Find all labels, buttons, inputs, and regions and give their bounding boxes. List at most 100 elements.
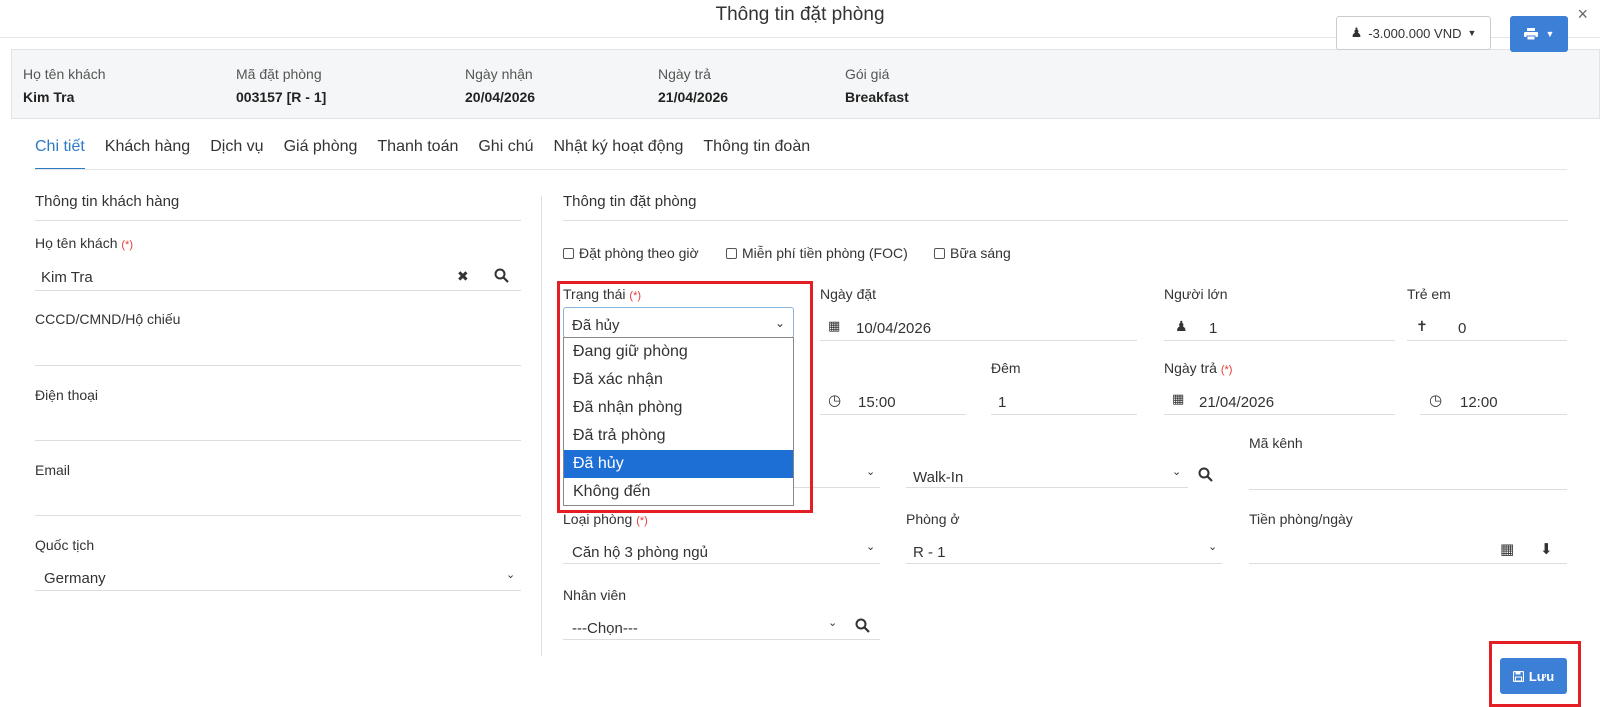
checkin-time-input[interactable]: 15:00 — [858, 394, 896, 411]
divider — [563, 220, 1568, 221]
search-icon[interactable] — [1198, 467, 1213, 482]
print-icon — [1523, 28, 1538, 40]
checkout-time-input[interactable]: 12:00 — [1460, 394, 1498, 411]
summary-checkin: Ngày nhận 20/04/2026 — [465, 66, 535, 105]
chevron-down-icon: ⌄ — [866, 541, 876, 553]
phone-label: Điện thoại — [35, 387, 99, 403]
tabs-divider — [35, 169, 1567, 170]
booked-date-underline — [820, 340, 1137, 341]
nationality-label: Quốc tịch — [35, 537, 95, 553]
room-select[interactable]: R - 1 — [913, 544, 946, 561]
calendar-icon: ▦ — [1172, 391, 1185, 406]
staff-select[interactable]: ---Chọn--- — [572, 620, 638, 637]
booking-section-title: Thông tin đặt phòng — [563, 193, 697, 210]
save-label: Lưu — [1528, 668, 1555, 684]
nationality-select[interactable]: Germany — [44, 570, 106, 587]
checkout-time-underline — [1420, 414, 1567, 415]
tab-group-info[interactable]: Thông tin đoàn — [703, 136, 810, 170]
children-label: Trẻ em — [1407, 286, 1451, 302]
summary-rate: Gói giá Breakfast — [845, 66, 909, 105]
foc-checkbox[interactable]: Miễn phí tiền phòng (FOC) — [726, 245, 908, 261]
summary-code-label: Mã đặt phòng — [236, 66, 322, 82]
nights-underline — [991, 414, 1137, 415]
save-button[interactable]: Lưu — [1500, 658, 1567, 694]
balance-button[interactable]: ♟ -3.000.000 VND ▼ — [1336, 16, 1491, 50]
tab-notes[interactable]: Ghi chú — [478, 136, 533, 170]
room-type-underline — [563, 563, 880, 564]
phone-input[interactable] — [35, 440, 521, 441]
caret-down-icon: ▼ — [1467, 28, 1477, 38]
calculator-icon[interactable]: ▦ — [1500, 540, 1514, 558]
chevron-down-icon: ⌄ — [506, 569, 516, 581]
rate-per-night-label: Tiền phòng/ngày — [1249, 511, 1353, 527]
children-input[interactable]: 0 — [1458, 320, 1466, 337]
summary-rate-value: Breakfast — [845, 89, 909, 105]
divider — [35, 220, 521, 221]
channel-code-label: Mã kênh — [1249, 435, 1303, 451]
nights-label: Đêm — [991, 360, 1021, 376]
summary-code: Mã đặt phòng 003157 [R - 1] — [236, 66, 326, 105]
children-underline — [1407, 340, 1567, 341]
chevron-down-icon: ⌄ — [1172, 466, 1182, 478]
tab-services[interactable]: Dịch vụ — [210, 136, 263, 170]
email-input[interactable] — [35, 515, 521, 516]
summary-guest-value: Kim Tra — [23, 89, 75, 105]
staff-underline — [563, 639, 880, 640]
child-icon: ✝ — [1416, 318, 1428, 334]
checkout-date-underline — [1164, 414, 1395, 415]
tab-customers[interactable]: Khách hàng — [105, 136, 190, 170]
breakfast-checkbox[interactable]: Bữa sáng — [934, 245, 1011, 261]
guest-name-input[interactable]: Kim Tra — [41, 269, 93, 286]
user-icon: ♟ — [1175, 318, 1188, 334]
booked-date-label: Ngày đặt — [820, 286, 877, 302]
source-select[interactable]: Walk-In — [913, 469, 963, 486]
clear-icon[interactable]: ✖ — [457, 268, 469, 285]
hourly-checkbox[interactable]: Đặt phòng theo giờ — [563, 245, 699, 261]
guest-name-underline — [35, 290, 521, 291]
room-label: Phòng ở — [906, 511, 960, 527]
clock-icon: ◷ — [828, 392, 842, 409]
room-type-label: Loại phòng (*) — [563, 511, 648, 527]
balance-value: -3.000.000 VND — [1368, 25, 1462, 41]
source-underline — [906, 487, 1188, 488]
summary-checkout-label: Ngày trả — [658, 66, 711, 82]
tab-activity-log[interactable]: Nhật ký hoạt động — [554, 136, 684, 170]
chevron-down-icon: ⌄ — [828, 617, 838, 629]
booked-date-input[interactable]: 10/04/2026 — [856, 320, 931, 337]
status-highlight-box — [557, 281, 813, 513]
checkout-date-input[interactable]: 21/04/2026 — [1199, 394, 1274, 411]
room-type-select[interactable]: Căn hộ 3 phòng ngủ — [572, 544, 708, 561]
adults-underline — [1164, 340, 1395, 341]
calendar-icon: ▦ — [828, 318, 841, 333]
search-icon[interactable] — [494, 268, 509, 283]
clock-icon: ◷ — [1429, 392, 1443, 409]
close-icon[interactable]: × — [1577, 4, 1588, 25]
staff-label: Nhân viên — [563, 587, 627, 603]
room-underline — [906, 563, 1222, 564]
rate-per-night-input[interactable] — [1249, 563, 1567, 564]
id-number-input[interactable] — [35, 365, 521, 366]
summary-guest-label: Họ tên khách — [23, 66, 106, 82]
booking-summary: Họ tên khách Kim Tra Mã đặt phòng 003157… — [11, 49, 1600, 119]
guest-name-label: Họ tên khách (*) — [35, 235, 133, 251]
channel-code-input[interactable] — [1249, 489, 1567, 490]
nights-input[interactable]: 1 — [998, 394, 1006, 411]
email-label: Email — [35, 462, 71, 478]
adults-label: Người lớn — [1164, 286, 1228, 302]
print-button[interactable]: ▼ — [1510, 16, 1568, 52]
download-icon[interactable]: ⬇ — [1540, 540, 1553, 558]
checkin-time-underline — [820, 414, 966, 415]
tab-details[interactable]: Chi tiết — [35, 136, 85, 170]
nationality-underline — [35, 590, 521, 591]
adults-input[interactable]: 1 — [1209, 320, 1217, 337]
tab-room-rates[interactable]: Giá phòng — [284, 136, 358, 170]
summary-checkin-label: Ngày nhận — [465, 66, 533, 82]
tab-payment[interactable]: Thanh toán — [377, 136, 458, 170]
tab-bar: Chi tiết Khách hàng Dịch vụ Giá phòng Th… — [35, 136, 810, 170]
checkout-label: Ngày trả (*) — [1164, 360, 1233, 376]
user-icon: ♟ — [1350, 25, 1363, 40]
summary-rate-label: Gói giá — [845, 66, 890, 82]
search-icon[interactable] — [855, 618, 870, 633]
customer-section-title: Thông tin khách hàng — [35, 193, 180, 210]
summary-guest: Họ tên khách Kim Tra — [23, 66, 106, 105]
